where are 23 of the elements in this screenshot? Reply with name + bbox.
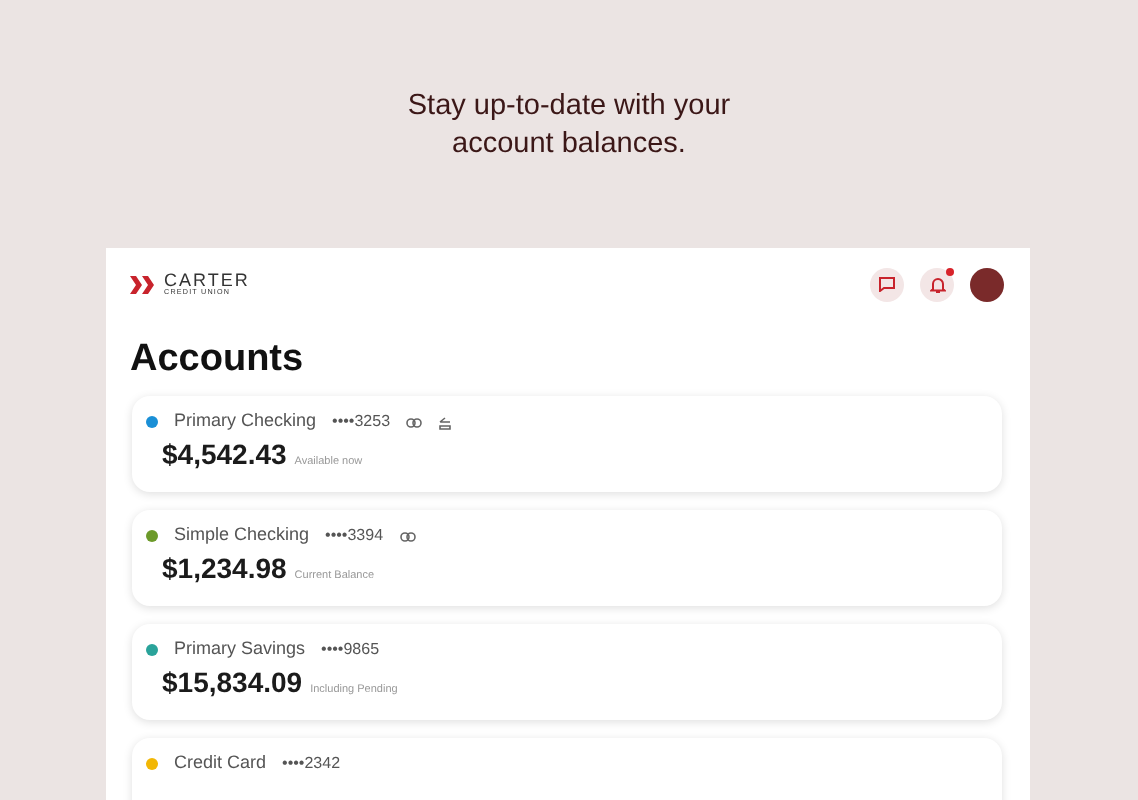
chevron-logo-icon <box>130 275 156 294</box>
link-icon <box>406 417 423 428</box>
account-name: Simple Checking <box>174 522 310 549</box>
account-name: Credit Card <box>174 750 267 777</box>
account-name: Primary Checking <box>174 408 317 435</box>
page-title: Accounts <box>130 337 306 383</box>
bell-icon <box>929 275 945 294</box>
chat-icon <box>878 276 896 293</box>
headline: Stay up-to-date with your account balances. <box>405 88 733 164</box>
chat-button[interactable] <box>870 267 904 302</box>
account-balance: $4,542.43 <box>162 437 287 472</box>
account-balance: $15,834.09 <box>162 665 303 700</box>
account-number: ••••2342 <box>282 752 341 777</box>
account-name: Primary Savings <box>174 636 306 663</box>
account-balance: $1,234.98 <box>162 551 287 586</box>
account-number: ••••3253 <box>332 410 391 435</box>
account-number: ••••3394 <box>325 524 384 549</box>
notifications-button[interactable] <box>920 267 954 302</box>
transfer-icon <box>438 415 453 430</box>
link-icon <box>399 531 416 542</box>
avatar[interactable] <box>970 267 1004 302</box>
account-number: ••••9865 <box>321 638 380 663</box>
account-card[interactable]: Credit Card ••••2342 <box>132 738 1002 800</box>
